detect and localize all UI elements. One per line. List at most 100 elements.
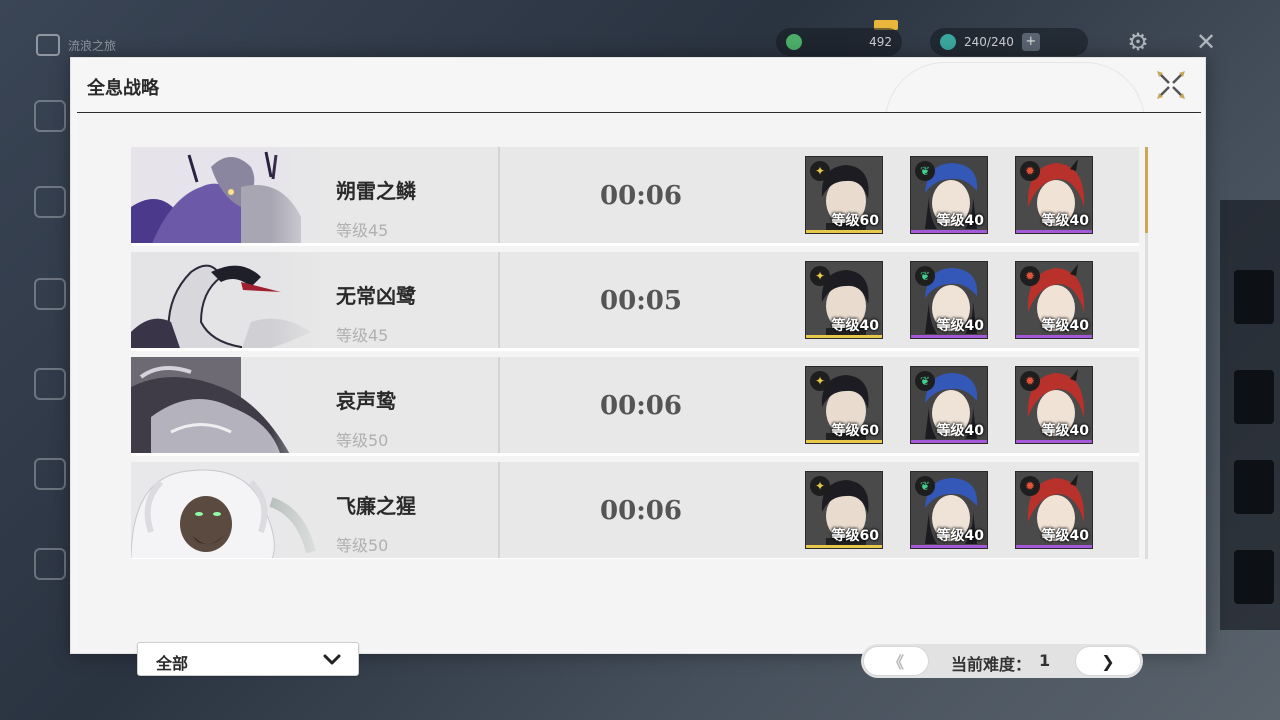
rarity-bar — [1016, 335, 1092, 338]
boss-level: 等级50 — [336, 431, 389, 450]
currency-value-1: 492 — [869, 35, 892, 49]
aero-element-icon: ❦ — [915, 476, 935, 496]
row-divider — [498, 357, 500, 453]
side-icon-1 — [34, 100, 66, 132]
boss-portrait — [131, 252, 331, 351]
currency-counter-2: 240/240 + — [930, 28, 1088, 56]
team-member-2[interactable]: ❦ 等级40 — [910, 471, 988, 549]
team-member-1[interactable]: ✦ 等级60 — [805, 471, 883, 549]
fusion-element-icon: ✹ — [1020, 161, 1040, 181]
filter-value: 全部 — [156, 654, 189, 673]
boss-level: 等级45 — [336, 221, 389, 240]
chevron-left-icon: 《 — [887, 653, 904, 672]
clear-time: 00:05 — [600, 286, 682, 316]
boss-row[interactable]: 无常凶鹭 等级45 00:05 ✦ 等级40 ❦ 等级40 ✹ 等级40 — [131, 252, 1139, 351]
boss-name: 无常凶鹭 — [336, 284, 416, 308]
exit-icon: ✕ — [1195, 28, 1217, 56]
home-nav: 流浪之旅 — [36, 34, 116, 56]
member-level: 等级40 — [936, 528, 984, 544]
team-member-3[interactable]: ✹ 等级40 — [1015, 156, 1093, 234]
team-member-3[interactable]: ✹ 等级40 — [1015, 471, 1093, 549]
boss-list[interactable]: 朔雷之鳞 等级45 00:06 ✦ 等级60 ❦ 等级40 ✹ 等级40 无常凶… — [131, 147, 1139, 559]
rarity-bar — [806, 440, 882, 443]
currency-value-2: 240/240 — [964, 35, 1014, 49]
background-hud: 流浪之旅 492 240/240 + ⚙ ✕ — [0, 0, 1280, 58]
boss-level: 等级50 — [336, 536, 389, 555]
fusion-element-icon: ✹ — [1020, 476, 1040, 496]
rarity-bar — [806, 230, 882, 233]
holo-strategy-panel: 全息战略 朔雷之鳞 等级45 00:06 ✦ 等级60 ❦ 等级40 ✹ 等级4… — [70, 57, 1206, 678]
boss-row[interactable]: 飞廉之猩 等级50 00:06 ✦ 等级60 ❦ 等级40 ✹ 等级40 — [131, 462, 1139, 559]
clear-time: 00:06 — [600, 181, 682, 211]
member-level: 等级40 — [831, 318, 879, 334]
content-area: 朔雷之鳞 等级45 00:06 ✦ 等级60 ❦ 等级40 ✹ 等级40 无常凶… — [77, 113, 1201, 678]
chevron-right-icon: ❯ — [1101, 651, 1115, 671]
member-level: 等级60 — [831, 213, 879, 229]
fusion-element-icon: ✹ — [1020, 371, 1040, 391]
spectro-element-icon: ✦ — [810, 266, 830, 286]
team-member-2[interactable]: ❦ 等级40 — [910, 261, 988, 339]
boss-name: 朔雷之鳞 — [336, 179, 416, 203]
boss-name: 飞廉之猩 — [336, 494, 416, 518]
team-member-1[interactable]: ✦ 等级60 — [805, 366, 883, 444]
prev-difficulty-button[interactable]: 《 — [863, 646, 929, 676]
scrollbar-thumb[interactable] — [1145, 147, 1148, 233]
member-level: 等级40 — [1041, 528, 1089, 544]
spectro-element-icon: ✦ — [810, 161, 830, 181]
spectro-element-icon: ✦ — [810, 476, 830, 496]
panel-title: 全息战略 — [87, 78, 159, 99]
member-level: 等级40 — [1041, 423, 1089, 439]
chevron-down-icon — [323, 654, 341, 665]
team-member-2[interactable]: ❦ 等级40 — [910, 366, 988, 444]
member-level: 等级60 — [831, 528, 879, 544]
member-level: 等级40 — [936, 213, 984, 229]
clear-time: 00:06 — [600, 391, 682, 421]
difficulty-label: 当前难度： — [951, 655, 1032, 674]
side-icon-3 — [34, 278, 66, 310]
boss-level: 等级45 — [336, 326, 389, 345]
boss-row[interactable]: 哀声鸷 等级50 00:06 ✦ 等级60 ❦ 等级40 ✹ 等级40 — [131, 357, 1139, 456]
row-divider — [498, 462, 500, 558]
difficulty-pager: 《 当前难度： 1 ❯ — [861, 644, 1143, 678]
member-level: 等级40 — [1041, 318, 1089, 334]
rarity-bar — [911, 545, 987, 548]
member-level: 等级40 — [1041, 213, 1089, 229]
next-difficulty-button[interactable]: ❯ — [1075, 646, 1141, 676]
side-icon-4 — [34, 368, 66, 400]
member-level: 等级40 — [936, 318, 984, 334]
member-level: 等级40 — [936, 423, 984, 439]
background-right-panel — [1220, 200, 1280, 630]
aero-element-icon: ❦ — [915, 161, 935, 181]
rarity-bar — [911, 230, 987, 233]
team-member-1[interactable]: ✦ 等级40 — [805, 261, 883, 339]
boss-row[interactable]: 朔雷之鳞 等级45 00:06 ✦ 等级60 ❦ 等级40 ✹ 等级40 — [131, 147, 1139, 246]
team-member-1[interactable]: ✦ 等级60 — [805, 156, 883, 234]
boss-portrait — [131, 462, 331, 559]
close-button[interactable] — [1153, 67, 1189, 103]
rarity-bar — [806, 335, 882, 338]
home-icon — [36, 34, 60, 56]
rarity-bar — [1016, 230, 1092, 233]
settings-icon: ⚙ — [1127, 28, 1149, 56]
side-icon-2 — [34, 186, 66, 218]
leaf-icon — [786, 34, 802, 50]
boss-portrait — [131, 357, 331, 456]
add-energy-button[interactable]: + — [1021, 33, 1040, 51]
aero-element-icon: ❦ — [915, 371, 935, 391]
team-member-2[interactable]: ❦ 等级40 — [910, 156, 988, 234]
filter-dropdown[interactable]: 全部 — [137, 642, 359, 676]
rarity-bar — [806, 545, 882, 548]
energy-icon — [940, 34, 956, 50]
member-level: 等级60 — [831, 423, 879, 439]
rarity-bar — [911, 440, 987, 443]
side-icon-6 — [34, 548, 66, 580]
spectro-element-icon: ✦ — [810, 371, 830, 391]
boss-name: 哀声鸷 — [336, 389, 396, 413]
rarity-bar — [1016, 440, 1092, 443]
aero-element-icon: ❦ — [915, 266, 935, 286]
team-member-3[interactable]: ✹ 等级40 — [1015, 261, 1093, 339]
clear-time: 00:06 — [600, 496, 682, 526]
row-divider — [498, 252, 500, 348]
team-member-3[interactable]: ✹ 等级40 — [1015, 366, 1093, 444]
side-icon-5 — [34, 458, 66, 490]
